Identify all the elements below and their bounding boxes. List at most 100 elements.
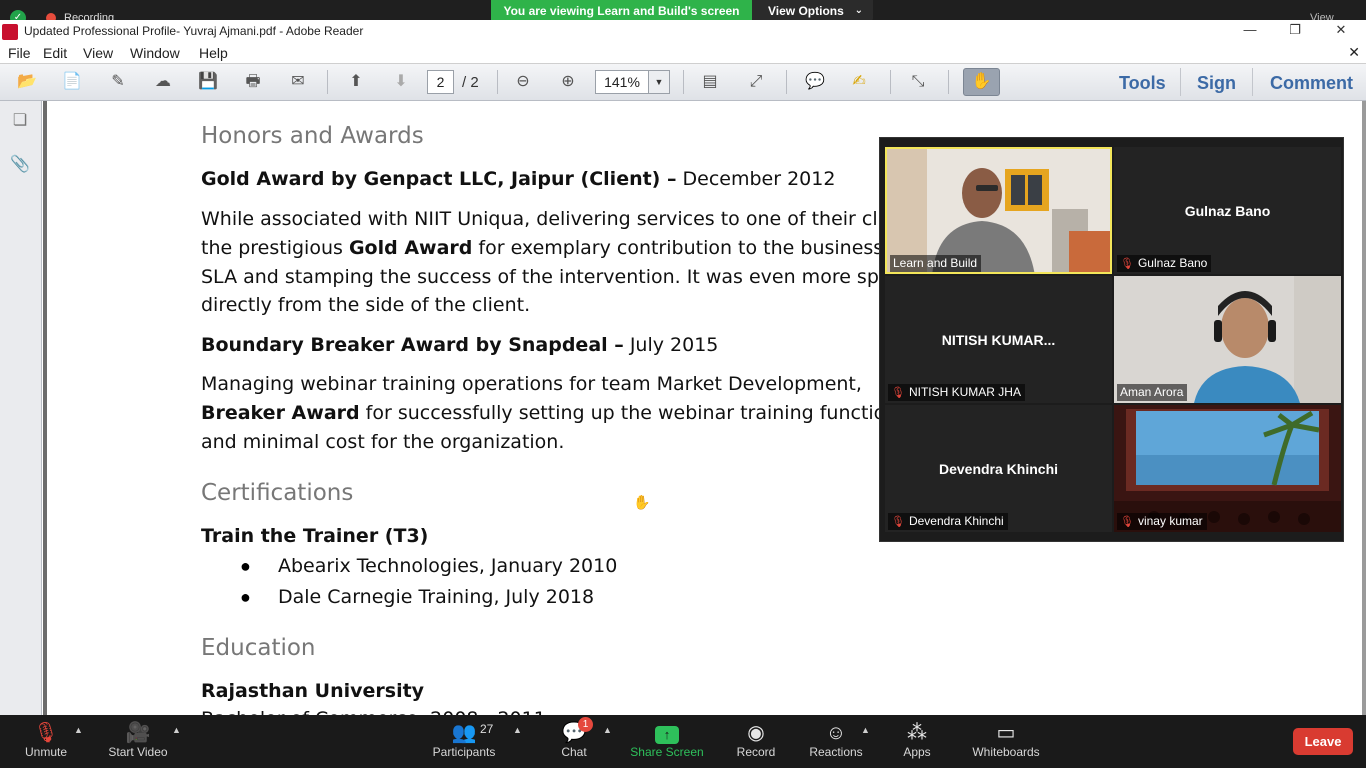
video-tile-gulnaz-bano[interactable]: Gulnaz Bano 🎙 Gulnaz Bano — [1114, 147, 1341, 274]
mic-muted-icon: 🎙 — [1120, 258, 1134, 270]
gold-p2-b: Gold Award — [348, 237, 473, 259]
gold-award-title: Gold Award by Genpact LLC, Jaipur (Clien… — [201, 168, 677, 190]
share-screen-label: Share Screen — [630, 745, 704, 759]
gold-paragraph-line3: SLA and stamping the success of the inte… — [201, 266, 891, 288]
gold-p2-a: the prestigious — [201, 237, 349, 259]
unmute-button[interactable]: 🎙 Unmute — [18, 715, 74, 768]
unmute-label: Unmute — [24, 745, 68, 759]
zoom-in-icon[interactable]: ⊕ — [556, 71, 580, 93]
boundary-paragraph-line1: Managing webinar training operations for… — [201, 373, 862, 395]
document-close-icon[interactable]: ✕ — [1348, 44, 1360, 61]
cert-item: Dale Carnegie Training, July 2018 — [278, 586, 595, 608]
chat-options-caret-icon[interactable]: ▲ — [603, 725, 612, 735]
video-tile-aman-arora[interactable]: Aman Arora — [1114, 276, 1341, 403]
cert-item: Abearix Technologies, January 2010 — [278, 555, 618, 577]
toolbar-divider — [1180, 68, 1181, 96]
record-button[interactable]: ◉ Record — [735, 715, 777, 768]
fit-width-icon[interactable]: ⤢ — [744, 71, 768, 93]
gold-paragraph-line2: the prestigious Gold Award for exemplary… — [201, 237, 883, 259]
record-icon: ◉ — [747, 722, 765, 744]
apps-icon: ⁂ — [907, 722, 927, 744]
mic-muted-icon: 🎙 — [33, 722, 59, 744]
mic-muted-icon: 🎙 — [891, 387, 905, 399]
previous-page-icon[interactable]: ⬆ — [344, 71, 368, 93]
window-title: Updated Professional Profile- Yuvraj Ajm… — [24, 24, 364, 38]
video-tile-nitish-kumar[interactable]: NITISH KUMAR... 🎙 NITISH KUMAR JHA — [885, 276, 1112, 403]
reactions-button[interactable]: ☺ Reactions — [808, 715, 864, 768]
bullet-icon: ● — [240, 587, 251, 607]
full-screen-icon[interactable]: ⤡ — [906, 71, 930, 93]
adobe-pdf-icon — [2, 24, 18, 40]
video-options-caret-icon[interactable]: ▲ — [172, 725, 181, 735]
whiteboard-icon: ▭ — [996, 722, 1016, 744]
participant-name-label: Learn and Build — [890, 255, 982, 272]
highlight-icon[interactable]: ✍ — [847, 71, 871, 93]
whiteboards-button[interactable]: ▭ Whiteboards — [970, 715, 1042, 768]
page-thumbnails-icon[interactable]: ❏ — [9, 110, 31, 132]
toolbar-divider — [786, 70, 787, 94]
menu-help[interactable]: Help — [199, 45, 228, 61]
education-heading: Education — [201, 635, 316, 661]
reactions-options-caret-icon[interactable]: ▲ — [861, 725, 870, 735]
tools-button[interactable]: Tools — [1119, 73, 1166, 94]
sticky-note-icon[interactable]: 💬 — [803, 71, 827, 93]
honors-heading: Honors and Awards — [201, 123, 424, 149]
video-tile-learn-and-build[interactable]: Learn and Build — [885, 147, 1112, 274]
view-options-button[interactable]: View Options ⌄ — [752, 0, 873, 22]
document-scrollbar[interactable] — [1362, 101, 1366, 715]
menu-window[interactable]: Window — [130, 45, 180, 61]
video-tile-devendra-khinchi[interactable]: Devendra Khinchi 🎙 Devendra Khinchi — [885, 405, 1112, 532]
zoom-out-icon[interactable]: ⊖ — [511, 71, 535, 93]
document-left-edge — [43, 101, 47, 715]
create-pdf-icon[interactable]: 📄 — [60, 71, 84, 93]
edit-pdf-icon[interactable]: ✎ — [106, 71, 130, 93]
gold-paragraph-line1: While associated with NIIT Uniqua, deliv… — [201, 208, 878, 230]
comment-button[interactable]: Comment — [1270, 73, 1353, 94]
attachments-icon[interactable]: 📎 — [9, 154, 31, 176]
zoom-video-gallery[interactable]: Learn and Build Gulnaz Bano 🎙 Gulnaz Bano… — [879, 137, 1344, 542]
boundary-award-date: July 2015 — [623, 334, 719, 356]
toolbar-divider — [497, 70, 498, 94]
next-page-icon[interactable]: ⬇ — [389, 71, 413, 93]
education-detail: Bachelor of Commerce, 2008 - 2011 — [201, 708, 546, 715]
participant-name: Devendra Khinchi — [938, 461, 1059, 477]
open-file-icon[interactable]: 📂 — [15, 71, 39, 93]
audio-options-caret-icon[interactable]: ▲ — [74, 725, 83, 735]
hand-tool-icon[interactable]: ✋ — [963, 68, 1000, 96]
video-off-icon: 🎥 — [125, 722, 151, 744]
chat-label: Chat — [561, 745, 587, 759]
menu-file[interactable]: File — [8, 45, 31, 61]
video-tile-vinay-kumar[interactable]: 🎙 vinay kumar — [1114, 405, 1341, 532]
zoom-dropdown-icon[interactable]: ▼ — [649, 70, 670, 94]
save-icon[interactable]: 💾 — [196, 71, 220, 93]
apps-button[interactable]: ⁂ Apps — [898, 715, 936, 768]
fit-page-icon[interactable]: ▤ — [698, 71, 722, 93]
email-icon[interactable]: ✉ — [286, 71, 310, 93]
share-screen-button[interactable]: ↑ Share Screen — [630, 715, 704, 768]
start-video-button[interactable]: 🎥 Start Video — [104, 715, 172, 768]
menu-view[interactable]: View — [83, 45, 113, 61]
print-icon[interactable]: 🖶 — [241, 71, 265, 93]
bullet-icon: ● — [240, 556, 251, 576]
start-video-label: Start Video — [108, 745, 168, 759]
boundary-award-title: Boundary Breaker Award by Snapdeal – — [201, 334, 624, 356]
certification-title: Train the Trainer (T3) — [201, 525, 429, 547]
sign-button[interactable]: Sign — [1197, 73, 1236, 94]
page-number-input[interactable]: 2 — [427, 70, 454, 94]
participants-options-caret-icon[interactable]: ▲ — [513, 725, 522, 735]
participant-label-text: Gulnaz Bano — [1137, 256, 1208, 270]
participant-name: NITISH KUMAR... — [941, 332, 1056, 348]
menu-edit[interactable]: Edit — [43, 45, 67, 61]
upload-cloud-icon[interactable]: ☁ — [151, 71, 175, 93]
close-icon[interactable]: ✕ — [1331, 22, 1351, 40]
minimize-icon[interactable]: — — [1240, 22, 1260, 40]
restore-icon[interactable]: ❐ — [1285, 22, 1305, 40]
participant-name-label: Aman Arora — [1117, 384, 1188, 401]
toolbar-divider — [683, 70, 684, 94]
reactions-label: Reactions — [809, 745, 863, 759]
zoom-level-input[interactable]: 141% — [595, 70, 649, 94]
participant-name-label: 🎙 vinay kumar — [1117, 513, 1207, 530]
boundary-paragraph-line3: and minimal cost for the organization. — [201, 431, 565, 453]
leave-button[interactable]: Leave — [1293, 728, 1353, 755]
participant-name-label: 🎙 NITISH KUMAR JHA — [888, 384, 1025, 401]
